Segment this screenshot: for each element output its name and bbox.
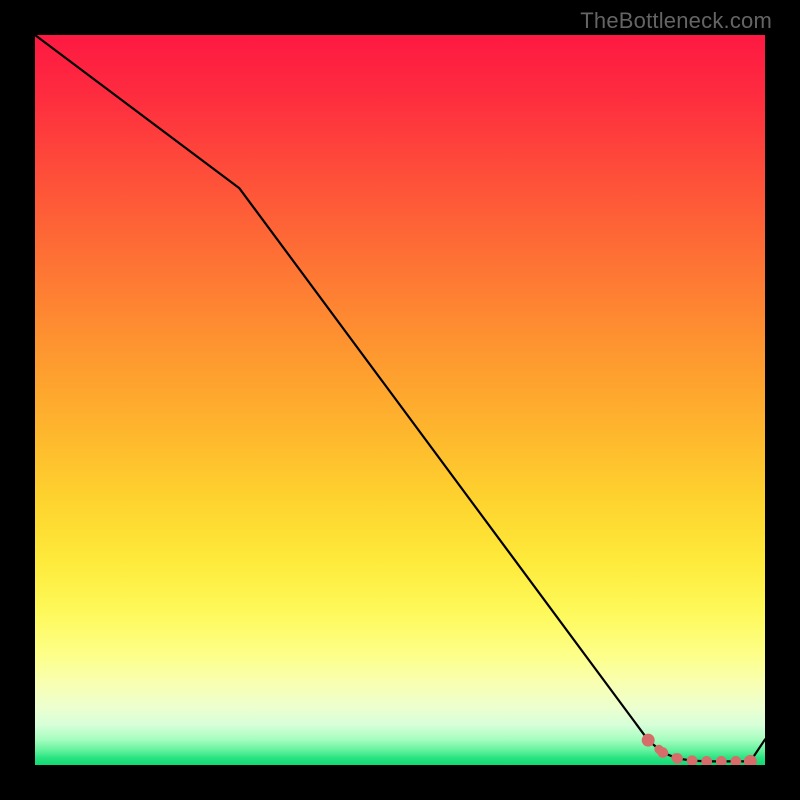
fit-marker [658, 747, 669, 758]
fit-marker [642, 734, 655, 747]
fit-marker [716, 756, 727, 765]
fit-marker [701, 756, 712, 765]
chart-stage: TheBottleneck.com [0, 0, 800, 800]
fit-marker [672, 753, 683, 764]
watermark-text: TheBottleneck.com [580, 8, 772, 34]
chart-overlay [35, 35, 765, 765]
fit-marker [731, 756, 742, 765]
bottleneck-curve-path [35, 35, 765, 761]
plot-area [35, 35, 765, 765]
fit-marker [687, 755, 698, 765]
